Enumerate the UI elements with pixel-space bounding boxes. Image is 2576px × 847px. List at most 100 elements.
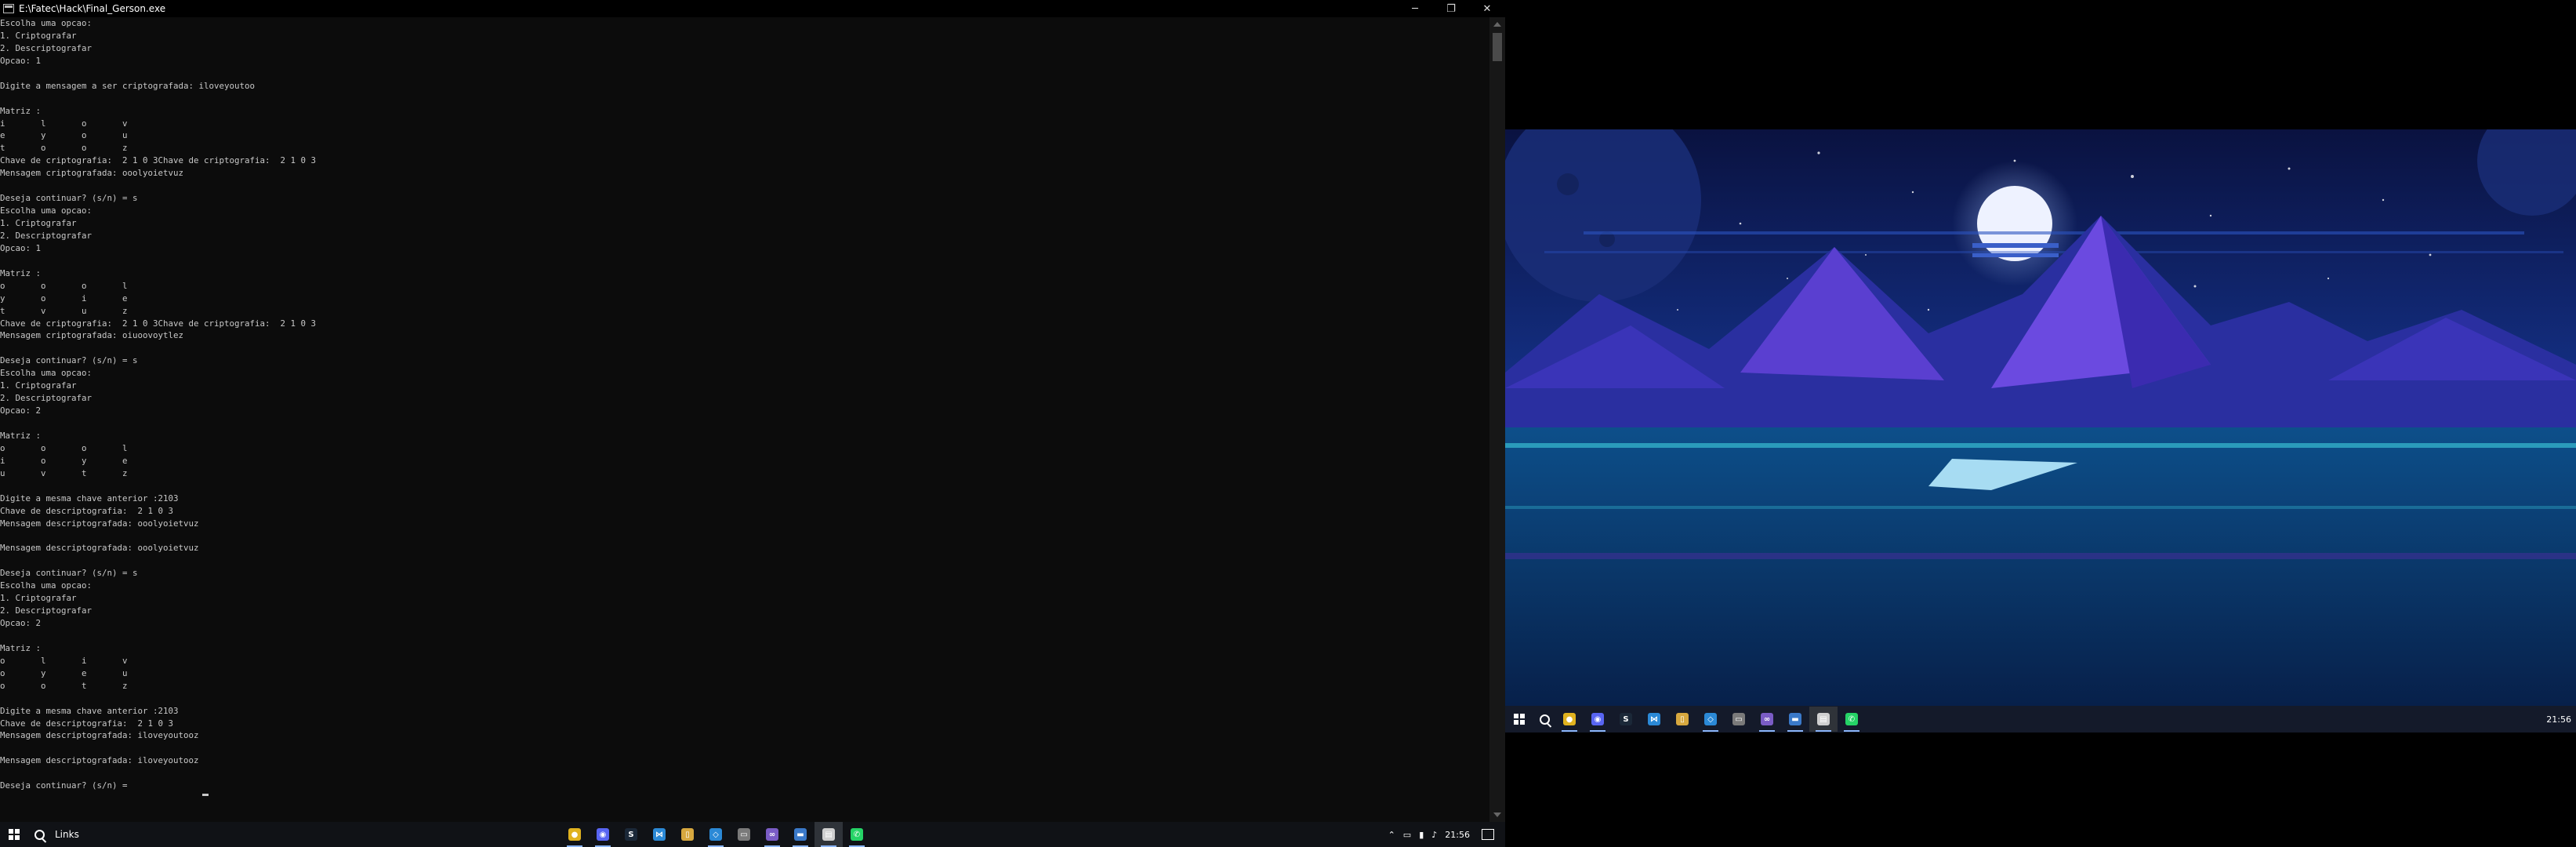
whatsapp-icon: ✆ xyxy=(851,828,863,841)
network-icon[interactable]: ▭ xyxy=(1403,830,1411,840)
windows-logo-icon xyxy=(1514,714,1525,725)
taskbar-app-vs-purple[interactable]: ∞ xyxy=(758,822,786,847)
console-line: 1. Criptografar xyxy=(0,30,77,41)
scroll-down-arrow-icon[interactable] xyxy=(1493,812,1501,817)
minimize-button[interactable]: ─ xyxy=(1397,0,1433,17)
console-line: Chave de descriptografia: 2 1 0 3 xyxy=(0,505,174,516)
taskbar-app-chrome[interactable]: ● xyxy=(1555,707,1584,732)
taskbar-app-discord[interactable]: ◉ xyxy=(589,822,617,847)
close-button[interactable]: ✕ xyxy=(1469,0,1505,17)
volume-icon[interactable]: ♪ xyxy=(1431,830,1437,840)
console-line: Escolha uma opcao: xyxy=(0,368,93,379)
taskbar-app-terminal[interactable]: ▤ xyxy=(815,822,843,847)
console-line: Mensagem criptografada: ooolyoietvuz xyxy=(0,168,184,179)
console-line: Matriz : xyxy=(0,105,42,116)
taskbar-app-vscode[interactable]: ⋈ xyxy=(645,822,673,847)
console-line: 1. Criptografar xyxy=(0,380,77,391)
visualstudio-icon: ◇ xyxy=(709,828,722,841)
taskbar-second: ● ◉ S ⋈ ▯ ◇ ▭ ∞ ▬ ▤ ✆ 21:56 xyxy=(1505,706,2576,732)
text-cursor xyxy=(202,794,209,796)
steam-icon: S xyxy=(1620,713,1632,725)
taskbar-app-vs-purple[interactable]: ∞ xyxy=(1753,707,1781,732)
taskbar-app-steam[interactable]: S xyxy=(1612,707,1640,732)
taskbar-app-visualstudio[interactable]: ◇ xyxy=(1696,707,1725,732)
restore-button[interactable]: ❐ xyxy=(1433,0,1469,17)
links-toolbar[interactable]: Links xyxy=(55,829,79,840)
console-line: o o t z xyxy=(0,680,128,691)
folder-icon: ▭ xyxy=(738,828,750,841)
chevron-up-icon[interactable]: ⌃ xyxy=(1388,830,1395,840)
console-line: o o o l xyxy=(0,442,128,453)
console-app-icon xyxy=(3,4,14,13)
zip-icon: ▯ xyxy=(681,828,694,841)
taskbar-app-whatsapp[interactable]: ✆ xyxy=(843,822,871,847)
battery-icon[interactable]: ▮ xyxy=(1419,830,1424,840)
discord-icon: ◉ xyxy=(597,828,609,841)
vscode-icon: ⋈ xyxy=(653,828,666,841)
console-line: Chave de criptografia: 2 1 0 3Chave de c… xyxy=(0,318,317,329)
taskbar-app-whatsapp[interactable]: ✆ xyxy=(1838,707,1866,732)
scroll-up-arrow-icon[interactable] xyxy=(1493,22,1501,27)
console-line: 1. Criptografar xyxy=(0,593,77,604)
search-button-second[interactable] xyxy=(1533,707,1555,732)
console-line: t v u z xyxy=(0,305,128,316)
console-line: 2. Descriptografar xyxy=(0,42,93,53)
console-line: 1. Criptografar xyxy=(0,218,77,228)
console-line: Mensagem descriptografada: iloveyoutooz xyxy=(0,730,199,741)
console-line: 2. Descriptografar xyxy=(0,605,93,616)
taskbar-app-zip[interactable]: ▯ xyxy=(673,822,702,847)
console-line: Digite a mesma chave anterior :2103 xyxy=(0,705,179,716)
taskbar-app-terminal[interactable]: ▤ xyxy=(1809,707,1838,732)
clock-second[interactable]: 21:56 xyxy=(2546,706,2571,732)
scroll-thumb[interactable] xyxy=(1493,33,1502,61)
search-icon xyxy=(34,829,45,840)
vscode-icon: ⋈ xyxy=(1648,713,1660,725)
moon xyxy=(1977,186,2052,261)
console-line: Opcao: 1 xyxy=(0,242,42,253)
search-button[interactable] xyxy=(28,822,50,847)
chrome-icon: ● xyxy=(1563,713,1576,725)
taskbar-app-chrome[interactable]: ● xyxy=(561,822,589,847)
taskbar-app-visualstudio[interactable]: ◇ xyxy=(702,822,730,847)
title-bar[interactable]: E:\Fatec\Hack\Final_Gerson.exe ─ ❐ ✕ xyxy=(0,0,1505,17)
console-line: Digite a mensagem a ser criptografada: i… xyxy=(0,80,256,91)
console-line: Chave de descriptografia: 2 1 0 3 xyxy=(0,718,174,729)
windows-logo-icon xyxy=(9,829,20,840)
explorer-icon: ▬ xyxy=(1789,713,1801,725)
console-line: Deseja continuar? (s/n) = s xyxy=(0,355,138,366)
console-output[interactable]: Escolha uma opcao: 1. Criptografar 2. Desc… xyxy=(0,17,1489,822)
vertical-scrollbar[interactable] xyxy=(1489,17,1505,822)
console-line: Mensagem criptografada: oiuoovoytlez xyxy=(0,330,184,341)
console-line: y o i e xyxy=(0,293,128,304)
taskbar-app-explorer[interactable]: ▬ xyxy=(786,822,815,847)
taskbar-app-folder[interactable]: ▭ xyxy=(730,822,758,847)
clock[interactable]: 21:56 xyxy=(1445,830,1470,840)
steam-icon: S xyxy=(625,828,637,841)
console-line: Deseja continuar? (s/n) = s xyxy=(0,193,138,204)
console-line: Mensagem descriptografada: ooolyoietvuz xyxy=(0,543,199,554)
chrome-icon: ● xyxy=(568,828,581,841)
taskbar-app-folder[interactable]: ▭ xyxy=(1725,707,1753,732)
taskbar-app-explorer[interactable]: ▬ xyxy=(1781,707,1809,732)
notification-icon[interactable] xyxy=(1482,829,1494,840)
start-button[interactable] xyxy=(0,822,28,847)
taskbar-app-steam[interactable]: S xyxy=(617,822,645,847)
console-line: Escolha uma opcao: xyxy=(0,18,93,28)
console-line: Chave de criptografia: 2 1 0 3Chave de c… xyxy=(0,155,317,166)
console-line: Matriz : xyxy=(0,642,42,653)
console-line: Matriz : xyxy=(0,267,42,278)
start-button-second[interactable] xyxy=(1505,707,1533,732)
vs-purple-icon: ∞ xyxy=(766,828,778,841)
taskbar-app-vscode[interactable]: ⋈ xyxy=(1640,707,1668,732)
terminal-icon: ▤ xyxy=(1817,713,1830,725)
console-line: Matriz : xyxy=(0,430,42,441)
taskbar-app-discord[interactable]: ◉ xyxy=(1584,707,1612,732)
taskbar-app-zip[interactable]: ▯ xyxy=(1668,707,1696,732)
